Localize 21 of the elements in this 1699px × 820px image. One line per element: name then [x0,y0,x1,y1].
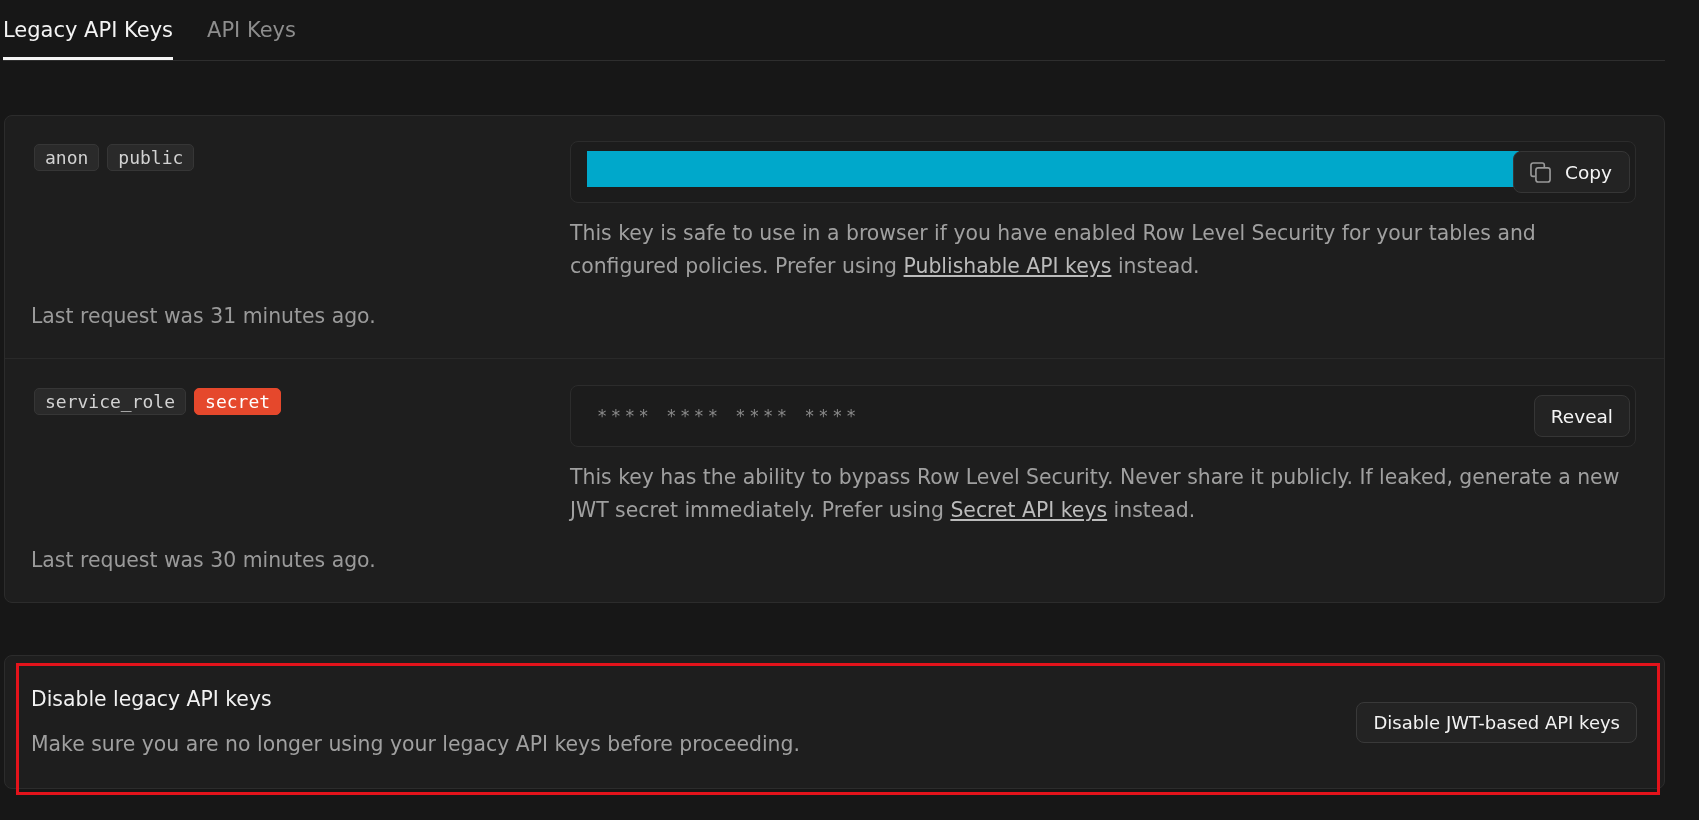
api-key-field[interactable]: Copy [570,141,1636,203]
copy-button[interactable]: Copy [1513,151,1630,193]
role-tag: public [107,144,195,171]
docs-link[interactable]: Secret API keys [950,498,1108,522]
masked-key-text: **** **** **** **** [597,406,860,426]
section-description: Make sure you are no longer using your legacy API keys before proceeding. [31,731,800,758]
last-request-text: Last request was 31 minutes ago. [31,303,376,330]
role-tag: anon [34,144,100,171]
api-key-field[interactable]: **** **** **** **** Reveal [570,385,1636,447]
role-tag: secret [194,388,282,415]
section-title: Disable legacy API keys [31,686,272,712]
tab[interactable]: API Keys [207,0,296,60]
tab[interactable]: Legacy API Keys [3,0,173,60]
docs-link[interactable]: Publishable API keys [903,254,1112,278]
key-description: This key is safe to use in a browser if you have enabled Row Level Security for your tables and configured policies. Prefer using Publishable API keys instead. [570,220,1537,280]
role-tag: service_role [34,388,187,415]
key-description: This key has the ability to bypass Row Level Security. Never share it publicly. If leaked, generate a new JWT secret immediately. Prefer using Secret API keys instead. [570,464,1621,524]
disable-button[interactable]: Disable JWT-based API keys [1356,701,1637,743]
last-request-text: Last request was 30 minutes ago. [31,547,376,574]
reveal-button[interactable]: Reveal [1533,395,1630,437]
copy-icon [1530,161,1552,183]
